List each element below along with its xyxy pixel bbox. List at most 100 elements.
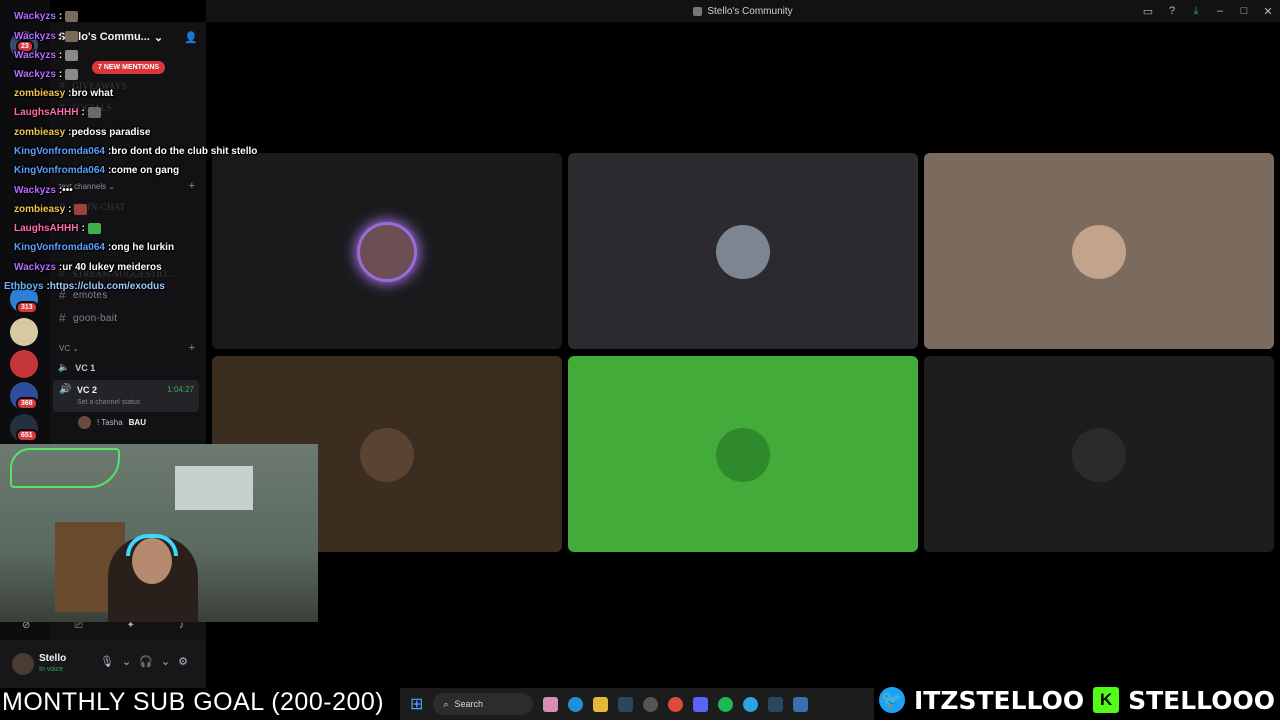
server-item[interactable] — [10, 318, 38, 346]
search-label: Search — [454, 699, 483, 709]
chat-username: KingVonfromda064 — [14, 242, 105, 253]
chat-emote — [65, 11, 79, 22]
participant-tile[interactable] — [212, 153, 562, 349]
app-icon[interactable] — [793, 696, 809, 712]
chat-separator: : — [81, 223, 85, 234]
chat-separator: : — [68, 204, 72, 215]
avatar — [78, 416, 91, 429]
chevron-down-icon[interactable]: ⌄ — [161, 655, 170, 668]
download-icon[interactable]: ⤓ — [1184, 5, 1208, 18]
voice-channel-vc2[interactable]: 🔊 VC 2 1:04:27 Set a channel status — [53, 380, 199, 412]
hash-icon: # — [59, 311, 66, 325]
neon-sign — [10, 448, 120, 488]
flowers-icon[interactable] — [543, 696, 559, 712]
chevron-down-icon: ⌄ — [153, 31, 164, 44]
stream-frame: Stello's Community ▭ ? ⤓ – □ ✕ 23 313 36… — [0, 0, 1280, 720]
chat-username: Wackyzs — [14, 69, 56, 80]
chat-message: Wackyzs : — [14, 46, 79, 65]
voice-member[interactable]: ! Tasha BAU — [78, 416, 146, 429]
chat-emote — [65, 69, 79, 80]
webcam-feed — [0, 444, 318, 622]
channel-item-goon-bait[interactable]: # goon-bait — [59, 311, 117, 325]
headphones-icon[interactable]: 🎧 — [139, 655, 153, 668]
edge-icon[interactable] — [568, 696, 584, 712]
channel-label: goon-bait — [72, 312, 118, 324]
window-title-text: Stello's Community — [707, 5, 793, 17]
new-mentions-pill[interactable]: 7 NEW MENTIONS — [92, 61, 166, 74]
chat-emote — [65, 31, 79, 42]
help-icon[interactable]: ? — [1160, 5, 1184, 17]
unread-badge: 368 — [16, 397, 38, 410]
speaker-icon: 🔈 — [58, 362, 70, 372]
member-name: ! Tasha — [97, 418, 123, 427]
invite-icon[interactable]: 👤 — [184, 31, 198, 44]
screen-off-icon[interactable]: ⊘ — [22, 620, 30, 636]
window-actions: ▭ ? ⤓ – □ ✕ — [1136, 0, 1280, 22]
chat-text: ur 40 lukey meideros — [62, 262, 162, 273]
gear-icon[interactable]: ⚙ — [178, 655, 188, 668]
spotify-icon[interactable] — [718, 696, 734, 712]
kick-icon: K — [1090, 684, 1123, 716]
windows-start-icon[interactable]: ⊞ — [410, 694, 423, 714]
user-controls: 🎙 ⌄ 🎧 ⌄ ⚙ — [100, 655, 188, 668]
voice-timer: 1:04:27 — [167, 385, 194, 394]
voice-controls-bar: ⊘ ⎚ ✦ ♪ — [0, 620, 206, 636]
close-button[interactable]: ✕ — [1256, 5, 1280, 18]
chat-message: Wackyzs : — [14, 7, 79, 26]
voice-channel-label: VC 2 — [77, 385, 98, 395]
chat-text: come on gang — [111, 165, 180, 176]
chat-username: zombieasy — [14, 204, 66, 215]
social-overlay: 🐦 ITZSTELLOO K STELLOOO — [876, 680, 1276, 720]
chat-message: Wackyzs : ••• — [14, 181, 73, 200]
steam-icon[interactable] — [768, 696, 784, 712]
discord-icon[interactable] — [693, 696, 709, 712]
minimize-button[interactable]: – — [1208, 5, 1232, 17]
chat-text: pedoss paradise — [71, 127, 151, 138]
chat-separator: : — [58, 11, 63, 22]
chat-username: LaughsAHHH — [14, 223, 79, 234]
maximize-button[interactable]: □ — [1232, 5, 1256, 17]
chat-text: bro dont do the club shit stello — [111, 146, 258, 157]
server-icon — [693, 6, 703, 16]
avatar — [360, 428, 414, 482]
chrome-icon[interactable] — [668, 696, 684, 712]
category-vc[interactable]: VC ⌄ + — [59, 342, 195, 354]
voice-channel-vc1[interactable]: 🔈 VC 1 — [58, 362, 95, 373]
projector-screen — [175, 466, 253, 510]
category-text-channels[interactable]: text channels ⌄ + — [59, 180, 195, 192]
participant-tile[interactable] — [568, 153, 918, 349]
chat-emote — [87, 107, 101, 118]
avatar[interactable] — [12, 653, 34, 675]
avatar — [716, 428, 770, 482]
participant-tile[interactable] — [924, 153, 1274, 349]
avatar — [1072, 225, 1126, 279]
chat-username: zombieasy — [14, 127, 66, 138]
share-screen-icon[interactable]: ⎚ — [74, 620, 82, 636]
chat-message: KingVonfromda064 : ong he lurkin — [14, 238, 174, 257]
steam-icon[interactable] — [618, 696, 634, 712]
user-name: Stello — [39, 653, 67, 664]
user-panel: Stello In voice 🎙 ⌄ 🎧 ⌄ ⚙ — [0, 640, 206, 688]
telegram-icon[interactable] — [743, 696, 759, 712]
soundboard-icon[interactable]: ♪ — [179, 620, 184, 636]
chat-text: https://club.com/exodus — [49, 281, 165, 292]
participant-tile[interactable] — [924, 356, 1274, 552]
participant-tile[interactable] — [568, 356, 918, 552]
user-status: In voice — [39, 666, 64, 673]
microphone-icon[interactable]: 🎙 — [100, 655, 114, 668]
app-icon[interactable] — [643, 696, 659, 712]
inbox-icon[interactable]: ▭ — [1136, 5, 1160, 18]
add-channel-icon[interactable]: + — [189, 342, 195, 354]
activities-icon[interactable]: ✦ — [127, 620, 135, 636]
taskbar-search[interactable]: ⌕ Search — [433, 693, 534, 715]
add-channel-icon[interactable]: + — [189, 180, 195, 192]
chat-username: KingVonfromda064 — [14, 165, 105, 176]
chat-message: Ethboys : https://club.com/exodus — [4, 277, 165, 296]
chevron-down-icon[interactable]: ⌄ — [122, 655, 131, 668]
chat-message: KingVonfromda064 : come on gang — [14, 161, 179, 180]
folder-icon[interactable] — [593, 696, 609, 712]
chat-emote — [74, 204, 88, 215]
chat-message: LaughsAHHH : — [14, 219, 101, 238]
server-item[interactable] — [10, 350, 38, 378]
channel-status-input[interactable]: Set a channel status — [77, 399, 140, 406]
